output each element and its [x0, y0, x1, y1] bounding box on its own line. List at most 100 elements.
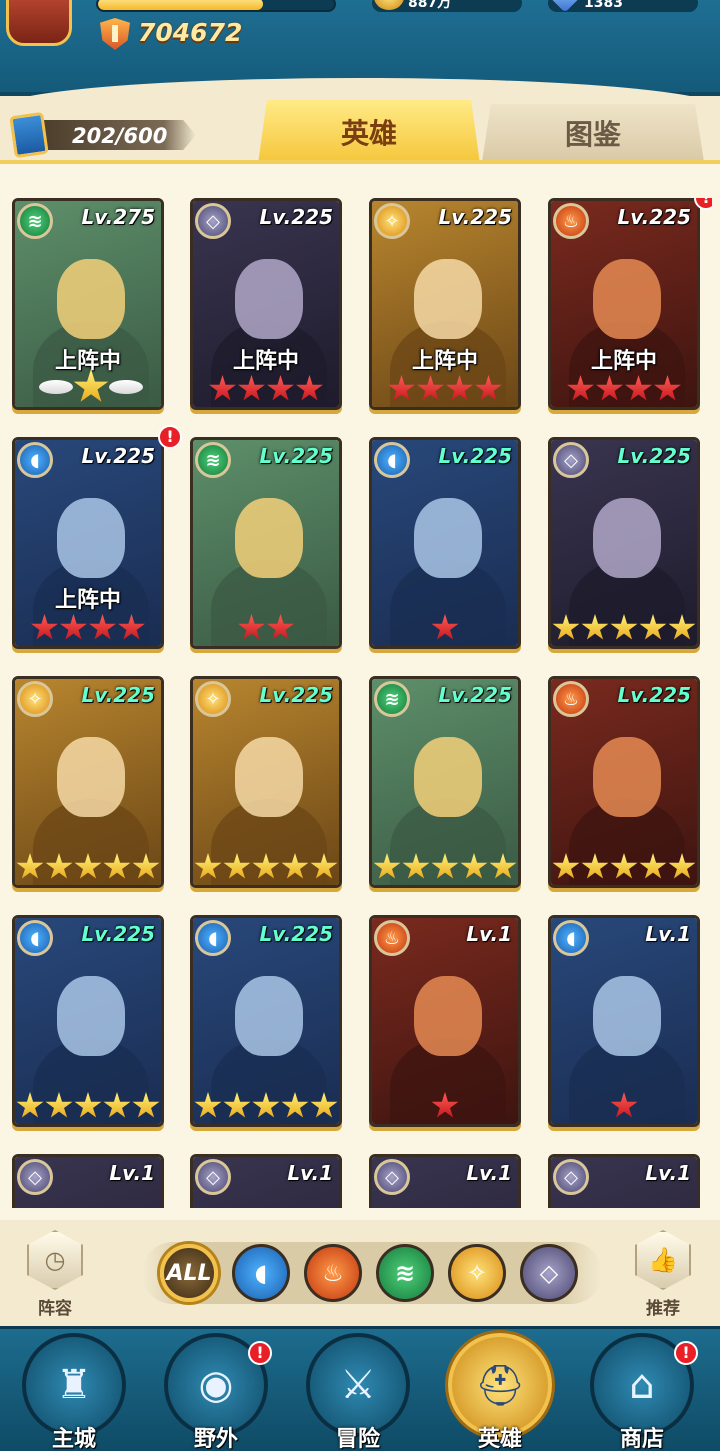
- star-icon: [74, 1092, 102, 1118]
- hero-card[interactable]: ◖ Lv.225 上阵中: [12, 437, 164, 649]
- lineup-button[interactable]: ◷ 阵容: [20, 1230, 90, 1320]
- hero-level: Lv.1: [645, 1161, 691, 1185]
- hero-level: Lv.225: [81, 922, 156, 946]
- hero-level: Lv.1: [287, 1161, 333, 1185]
- hero-card[interactable]: ◖ Lv.225: [369, 437, 521, 649]
- hero-card[interactable]: ◖ Lv.225: [190, 915, 342, 1127]
- star-icon: [460, 853, 488, 879]
- hero-card[interactable]: ≋ Lv.225: [369, 676, 521, 888]
- star-icon: [310, 1092, 338, 1118]
- water-element-icon: ◖: [17, 442, 53, 478]
- recommend-label: 推荐: [646, 1299, 680, 1319]
- gold-resource[interactable]: 887万: [372, 0, 522, 12]
- player-avatar[interactable]: [6, 0, 72, 46]
- dark-element-icon: ◇: [553, 442, 589, 478]
- filter-dark-button[interactable]: ◇: [520, 1244, 578, 1302]
- filter-fire-button[interactable]: ♨: [304, 1244, 362, 1302]
- hero-level: Lv.225: [259, 205, 334, 229]
- lineup-label: 阵容: [38, 1299, 72, 1319]
- star-icon: [431, 1092, 459, 1118]
- hero-card[interactable]: ◇ Lv.1: [548, 1154, 700, 1208]
- light-element-icon: ✧: [17, 681, 53, 717]
- gem-resource[interactable]: 1383: [548, 0, 698, 13]
- star-icon: [132, 1092, 160, 1118]
- hero-card[interactable]: ♨ Lv.1: [369, 915, 521, 1127]
- hero-level: Lv.1: [466, 1161, 512, 1185]
- water-element-icon: ◖: [374, 442, 410, 478]
- water-element-icon: ◖: [553, 920, 589, 956]
- hero-card[interactable]: ✧ Lv.225 上阵中: [369, 198, 521, 410]
- hero-card[interactable]: ◇ Lv.225 上阵中: [190, 198, 342, 410]
- hero-card[interactable]: ♨ Lv.225: [548, 676, 700, 888]
- nav-sword[interactable]: ⚔ 冒险: [298, 1333, 418, 1451]
- hero-level: Lv.225: [617, 444, 692, 468]
- hero-status: 上阵中: [54, 588, 121, 613]
- fire-element-icon: ♨: [374, 920, 410, 956]
- star-icon: [489, 853, 517, 879]
- hero-stars: [372, 1092, 518, 1120]
- gold-value: 887万: [408, 0, 452, 11]
- star-icon: [267, 375, 294, 401]
- hero-card[interactable]: ◇ Lv.1: [190, 1154, 342, 1208]
- hero-stars: [372, 853, 518, 881]
- hero-card[interactable]: ◖ Lv.225: [12, 915, 164, 1127]
- hero-card[interactable]: ✧ Lv.225: [190, 676, 342, 888]
- hero-level: Lv.225: [617, 205, 692, 229]
- gem-value: 1383: [584, 0, 623, 11]
- recommend-button[interactable]: 👍 推荐: [628, 1230, 698, 1320]
- star-icon: [74, 853, 102, 879]
- nav-label: 冒险: [335, 1427, 380, 1451]
- exp-bar: [96, 0, 336, 12]
- hero-stars: [551, 614, 697, 642]
- light-element-icon: ✧: [374, 203, 410, 239]
- water-element-icon: ◖: [254, 1259, 268, 1287]
- star-icon: [223, 853, 251, 879]
- star-icon: [596, 375, 623, 401]
- star-icon: [238, 614, 265, 640]
- tab-heroes[interactable]: 英雄: [258, 100, 480, 164]
- hero-status: 上阵中: [590, 349, 657, 374]
- wind-element-icon: ≋: [374, 681, 410, 717]
- filter-light-button[interactable]: ✧: [448, 1244, 506, 1302]
- filter-all-button[interactable]: ALL: [160, 1244, 218, 1302]
- star-icon: [238, 375, 265, 401]
- star-icon: [73, 369, 109, 402]
- hero-card[interactable]: ♨ Lv.225 上阵中: [548, 198, 700, 410]
- wind-element-icon: ≋: [195, 442, 231, 478]
- water-element-icon: ◖: [195, 920, 231, 956]
- hero-count-value: 202/600: [72, 124, 168, 148]
- star-icon: [402, 853, 430, 879]
- dark-element-icon: ◇: [539, 1259, 559, 1287]
- hero-card[interactable]: ◖ Lv.1: [548, 915, 700, 1127]
- filter-wind-button[interactable]: ≋: [376, 1244, 434, 1302]
- star-icon: [252, 853, 280, 879]
- tab-codex[interactable]: 图鉴: [482, 104, 704, 162]
- nav-label: 野外: [193, 1427, 238, 1451]
- star-icon: [625, 375, 652, 401]
- hero-card[interactable]: ✧ Lv.225: [12, 676, 164, 888]
- star-icon: [654, 375, 681, 401]
- hero-card[interactable]: ◇ Lv.1: [369, 1154, 521, 1208]
- gold-coin-icon: [374, 0, 404, 10]
- hero-card[interactable]: ≋ Lv.275 上阵中: [12, 198, 164, 410]
- hero-card[interactable]: ≋ Lv.225: [190, 437, 342, 649]
- star-icon: [373, 853, 401, 879]
- star-icon: [118, 614, 145, 640]
- hero-stars: [193, 1092, 339, 1120]
- hero-level: Lv.225: [259, 922, 334, 946]
- filter-water-button[interactable]: ◖: [232, 1244, 290, 1302]
- nav-portal[interactable]: ◉ 野外!: [156, 1333, 276, 1451]
- nav-castle[interactable]: ♜ 主城: [14, 1333, 134, 1451]
- power-shield-icon: [100, 18, 130, 50]
- nav-helmet[interactable]: ⛑ 英雄: [440, 1333, 560, 1451]
- hero-card[interactable]: ◇ Lv.225: [548, 437, 700, 649]
- nav-shop[interactable]: ⌂ 商店!: [582, 1333, 702, 1451]
- light-element-icon: ✧: [195, 681, 231, 717]
- dark-element-icon: ◇: [17, 1159, 53, 1195]
- bottom-nav: ♜ 主城 ◉ 野外! ⚔ 冒险 ⛑ 英雄 ⌂ 商店!: [0, 1326, 720, 1451]
- hero-level: Lv.1: [645, 922, 691, 946]
- star-icon: [431, 614, 459, 640]
- hero-stars: [193, 853, 339, 881]
- hero-card[interactable]: ◇ Lv.1: [12, 1154, 164, 1208]
- hero-stars: [193, 614, 339, 642]
